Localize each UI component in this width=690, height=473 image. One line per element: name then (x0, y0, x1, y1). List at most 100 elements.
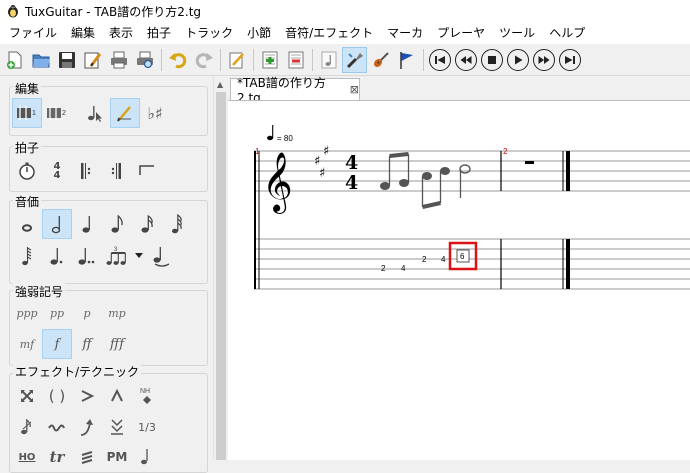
dynamic-mf-button[interactable]: mf (12, 329, 42, 359)
palm-mute-button[interactable]: PM (102, 442, 132, 472)
sixty-fourth-note-button[interactable] (12, 241, 42, 271)
menu-measure[interactable]: 小節 (240, 22, 278, 44)
redo-icon (195, 52, 213, 68)
edit-mode-button[interactable] (224, 47, 249, 73)
remove-track-button[interactable] (283, 47, 308, 73)
new-file-button[interactable] (2, 47, 27, 73)
save-button[interactable] (54, 47, 79, 73)
beamed-eighth-notes-2 (421, 167, 450, 209)
note-icon (321, 51, 336, 68)
slide-button[interactable]: 1/3 (132, 412, 162, 442)
let-ring-button[interactable] (132, 442, 162, 472)
open-file-button[interactable] (28, 47, 53, 73)
selected-fret-number[interactable]: 6 (460, 252, 465, 261)
double-dotted-note-button[interactable] (72, 241, 102, 271)
dynamic-fff-button[interactable]: fff (102, 329, 132, 359)
marker-flag-button[interactable] (394, 47, 419, 73)
scroll-up-icon[interactable]: ▲ (217, 80, 223, 89)
menu-file[interactable]: ファイル (2, 22, 64, 44)
menu-composition[interactable]: 拍子 (140, 22, 178, 44)
bend-button[interactable] (72, 412, 102, 442)
dynamic-f-button[interactable]: f (42, 329, 72, 359)
dynamic-ppp-button[interactable]: ppp (12, 298, 42, 328)
repeat-open-button[interactable] (72, 156, 102, 186)
voice-2-button[interactable]: 2 (42, 98, 72, 128)
menu-edit[interactable]: 編集 (64, 22, 102, 44)
alternate-ending-button[interactable] (132, 156, 162, 186)
voice-1-button[interactable]: 1 (12, 98, 42, 128)
menu-view[interactable]: 表示 (102, 22, 140, 44)
tuplet-button[interactable]: 3 (102, 241, 132, 271)
tempo-button[interactable] (12, 156, 42, 186)
last-button[interactable] (559, 48, 581, 71)
tremolo-picking-button[interactable] (72, 442, 102, 472)
time-signature-button[interactable]: 44 (42, 156, 72, 186)
grace-note-button[interactable] (12, 412, 42, 442)
menu-marker[interactable]: マーカ (380, 22, 430, 44)
vibrato-button[interactable] (42, 412, 72, 442)
tuplet-dropdown-button[interactable] (132, 241, 146, 271)
previous-button[interactable] (455, 48, 477, 71)
first-button[interactable] (429, 48, 451, 71)
dead-note-button[interactable] (12, 381, 42, 411)
panel-scrollbar[interactable]: ▲ (213, 76, 227, 460)
accidental-button[interactable]: ♭♯ (140, 98, 170, 128)
selection-pointer-button[interactable] (80, 98, 110, 128)
previous-icon (460, 55, 472, 64)
thirty-second-note-button[interactable] (162, 209, 192, 239)
dynamic-p-button[interactable]: p (72, 298, 102, 328)
edit-pencil-button[interactable] (110, 98, 140, 128)
sixteenth-note-icon (141, 214, 153, 233)
print-preview-button[interactable] (132, 47, 157, 73)
properties-icon (84, 52, 101, 68)
play-button[interactable] (507, 48, 529, 71)
trill-button[interactable]: tr (42, 442, 72, 472)
menu-tools[interactable]: ツール (492, 22, 542, 44)
ghost-note-button[interactable]: ( ) (42, 381, 72, 411)
dynamic-mp-button[interactable]: mp (102, 298, 132, 328)
tab-staff (254, 238, 690, 290)
repeat-open-icon (81, 163, 91, 179)
menu-note-effect[interactable]: 音符/エフェクト (278, 22, 380, 44)
properties-button[interactable] (80, 47, 105, 73)
tuner-button[interactable] (342, 46, 367, 73)
menu-player[interactable]: プレーヤ (430, 22, 492, 44)
pencil-icon (117, 106, 131, 122)
repeat-close-button[interactable] (102, 156, 132, 186)
tab-fret-number: 2 (422, 255, 427, 264)
quarter-note-button[interactable] (72, 209, 102, 239)
heavy-accent-button[interactable] (102, 381, 132, 411)
half-note-button[interactable] (42, 209, 72, 239)
open-file-icon (32, 54, 50, 67)
dotted-note-button[interactable] (42, 241, 72, 271)
eighth-note-button[interactable] (102, 209, 132, 239)
document-tab[interactable]: *TAB譜の作り方2.tg ⊠ (230, 76, 360, 105)
sixteenth-note-button[interactable] (132, 209, 162, 239)
tempo-value: = 80 (277, 134, 293, 143)
menu-bar: ファイル 編集 表示 拍子 トラック 小節 音符/エフェクト マーカ プレーヤ … (0, 22, 690, 44)
redo-button[interactable] (191, 47, 216, 73)
stop-button[interactable] (481, 48, 503, 71)
close-tab-icon[interactable]: ⊠ (350, 83, 359, 96)
dynamic-ff-button[interactable]: ff (72, 329, 102, 359)
tremolo-bar-button[interactable] (102, 412, 132, 442)
print-button[interactable] (106, 47, 131, 73)
hammer-on-button[interactable]: HO (12, 442, 42, 472)
next-button[interactable] (533, 48, 555, 71)
cross-arrows-icon (21, 390, 33, 402)
whole-note-button[interactable] (12, 209, 42, 239)
add-track-button[interactable] (257, 47, 282, 73)
tie-note-button[interactable] (146, 241, 176, 271)
menu-track[interactable]: トラック (178, 22, 240, 44)
voice-1-icon: 1 (17, 106, 36, 120)
score-editor[interactable]: 1 2 = 80 𝄞 ♯ ♯ ♯ 4 4 2 4 2 4 6 (228, 100, 690, 460)
menu-help[interactable]: ヘルプ (542, 22, 592, 44)
note-view-button[interactable] (316, 47, 341, 73)
guitar-button[interactable] (368, 47, 393, 73)
effects-group-title: エフェクト/テクニック (13, 363, 142, 380)
undo-button[interactable] (165, 47, 190, 73)
dynamic-pp-button[interactable]: pp (42, 298, 72, 328)
harmonic-button[interactable]: NH (132, 381, 162, 411)
scrollbar-thumb[interactable] (216, 92, 226, 460)
accent-button[interactable] (72, 381, 102, 411)
